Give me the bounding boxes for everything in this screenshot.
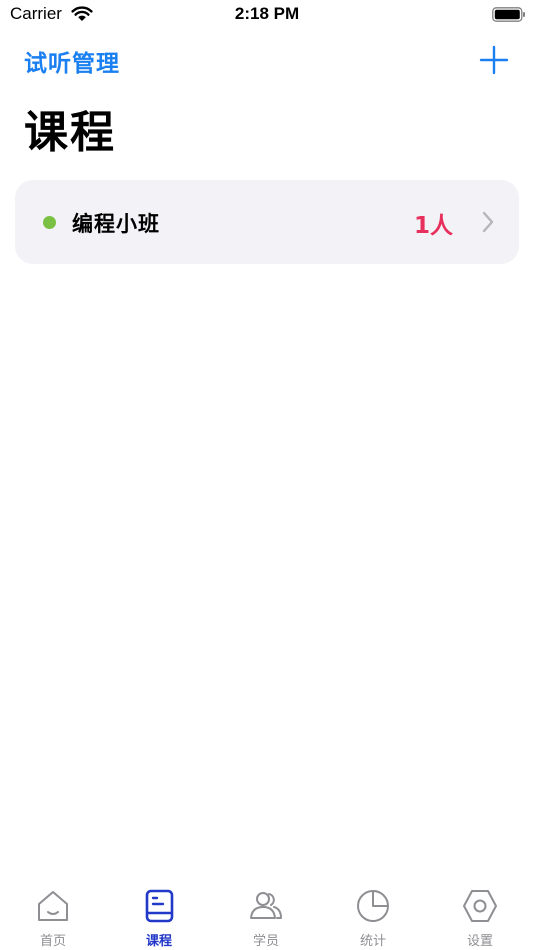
home-icon xyxy=(38,891,68,921)
book-icon xyxy=(145,889,174,923)
tab-stats[interactable]: 统计 xyxy=(320,876,426,950)
status-dot xyxy=(43,216,56,229)
chevron-right-icon xyxy=(482,211,494,233)
tab-settings[interactable]: 设置 xyxy=(427,876,533,950)
pie-chart-icon xyxy=(357,890,389,922)
course-name: 编程小班 xyxy=(72,212,160,236)
page-title: 课程 xyxy=(24,107,116,158)
tab-label: 统计 xyxy=(359,934,386,949)
tab-label: 学员 xyxy=(252,934,279,949)
clock-time: 2:18 PM xyxy=(234,4,300,23)
plus-icon[interactable] xyxy=(478,44,510,76)
status-bar: Carrier 2:18 PM xyxy=(0,0,534,30)
tab-students[interactable]: 学员 xyxy=(213,876,319,950)
hexagon-gear-icon xyxy=(463,890,497,922)
tab-label: 设置 xyxy=(466,934,493,949)
course-student-count: 1人 xyxy=(413,213,453,239)
tab-courses[interactable]: 课程 xyxy=(106,876,212,950)
back-button[interactable]: 试听管理 xyxy=(24,44,120,78)
tab-label: 首页 xyxy=(39,934,66,949)
tab-home[interactable]: 首页 xyxy=(0,876,106,950)
tab-bar: 首页 课程 学员 统计 设置 xyxy=(0,876,534,950)
users-icon xyxy=(250,892,282,919)
course-list-item[interactable]: 编程小班 1人 xyxy=(15,180,519,264)
battery-icon xyxy=(492,7,525,22)
tab-label: 课程 xyxy=(145,934,172,949)
